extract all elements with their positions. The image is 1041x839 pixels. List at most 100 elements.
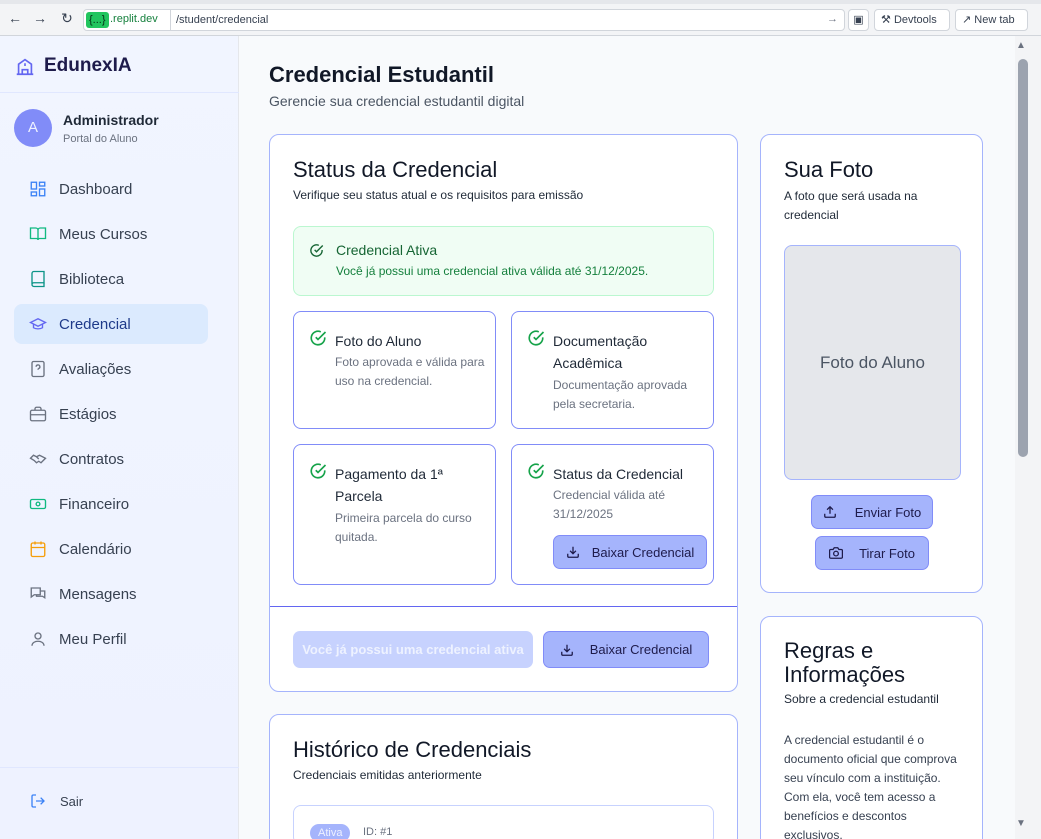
download-icon: [560, 644, 573, 656]
devtools-button[interactable]: ⚒ Devtools: [874, 9, 950, 31]
scroll-up-icon[interactable]: ▲: [1016, 40, 1026, 51]
sidebar-item-mensagens[interactable]: Mensagens: [14, 574, 208, 614]
requirement-payment: Pagamento da 1ª Parcela Primeira parcela…: [293, 444, 496, 585]
status-card-title: Status da Credencial: [293, 157, 498, 182]
user-name: Administrador: [63, 112, 159, 128]
graduation-cap-icon: [29, 317, 47, 330]
history-row[interactable]: Ativa ID: #1: [293, 805, 714, 839]
sidebar-item-label: Credencial: [59, 315, 131, 333]
sidebar-item-contratos[interactable]: Contratos: [14, 439, 208, 479]
download-credential-button[interactable]: Baixar Credencial: [553, 535, 707, 569]
sidebar-item-label: Meu Perfil: [59, 630, 127, 648]
main-content: Credencial Estudantil Gerencie sua crede…: [239, 36, 1015, 839]
take-photo-button[interactable]: Tirar Foto: [815, 536, 929, 570]
rules-card: Regras e Informações Sobre a credencial …: [760, 616, 983, 839]
upload-photo-button[interactable]: Enviar Foto: [811, 495, 933, 529]
divider: [0, 92, 239, 93]
url-separator: [170, 10, 171, 30]
handshake-icon: [29, 454, 47, 464]
requirement-credential-status: Status da Credencial Credencial válida a…: [511, 444, 714, 585]
divider: [0, 767, 239, 768]
requirement-documentation: Documentação Acadêmica Documentação apro…: [511, 311, 714, 429]
credential-active-disabled-button[interactable]: Você já possui uma credencial ativa: [293, 631, 533, 668]
rules-card-body: A credencial estudantil é o documento of…: [784, 733, 957, 839]
sidebar-item-calendario[interactable]: Calendário: [14, 529, 208, 569]
forward-icon[interactable]: →: [32, 10, 48, 26]
check-circle-icon: [528, 463, 545, 479]
requirement-description: Credencial válida até 31/12/2025: [553, 488, 666, 521]
browser-toolbar: ← → ↻ {...} .replit.dev /student/credenc…: [0, 0, 1041, 36]
url-badge: {...}: [86, 12, 109, 28]
new-tab-label: New tab: [974, 14, 1015, 26]
url-host: .replit.dev: [110, 13, 158, 25]
sidebar-item-meu-perfil[interactable]: Meu Perfil: [14, 619, 208, 659]
requirement-description: Foto aprovada e válida para uso na crede…: [335, 355, 485, 388]
calendar-icon: [30, 541, 46, 558]
photo-card: Sua Foto A foto que será usada na creden…: [760, 134, 983, 593]
requirement-photo: Foto do Aluno Foto aprovada e válida par…: [293, 311, 496, 429]
school-building-icon: [16, 58, 34, 76]
briefcase-icon: [29, 406, 47, 422]
requirement-title: Status da Credencial: [553, 466, 683, 482]
wrench-icon: ⚒: [881, 14, 891, 26]
history-card-subtitle: Credenciais emitidas anteriormente: [293, 768, 482, 782]
sidebar-item-label: Calendário: [59, 540, 132, 558]
avatar[interactable]: A: [14, 109, 52, 147]
sidebar-item-credencial[interactable]: Credencial: [14, 304, 208, 344]
sidebar-item-avaliacoes[interactable]: Avaliações: [14, 349, 208, 389]
requirement-title: Foto do Aluno: [335, 333, 422, 349]
upload-icon: [823, 505, 836, 518]
sidebar-item-label: Estágios: [59, 405, 117, 423]
button-label: Tirar Foto: [859, 545, 915, 561]
sidebar-item-label: Biblioteca: [59, 270, 125, 288]
sidebar-item-label: Contratos: [59, 450, 125, 468]
sidebar-item-dashboard[interactable]: Dashboard: [14, 169, 208, 209]
check-circle-icon: [528, 330, 545, 346]
alert-text: Você já possui uma credencial ativa váli…: [336, 264, 649, 278]
cash-icon: [29, 498, 47, 510]
screen-icon[interactable]: ▣: [848, 9, 869, 31]
status-card: Status da Credencial Verifique seu statu…: [269, 134, 738, 692]
requirement-description: Documentação aprovada pela secretaria.: [553, 378, 688, 411]
history-card-title: Histórico de Credenciais: [293, 737, 532, 762]
logout-button[interactable]: Sair: [30, 793, 83, 809]
brand-name: EdunexIA: [44, 55, 132, 76]
sidebar-item-biblioteca[interactable]: Biblioteca: [14, 259, 208, 299]
sidebar-item-label: Dashboard: [59, 180, 133, 198]
address-bar[interactable]: {...} .replit.dev /student/credencial →: [83, 9, 845, 31]
reload-icon[interactable]: ↻: [59, 10, 75, 26]
button-label: Baixar Credencial: [589, 642, 693, 657]
grid-icon: [30, 181, 46, 197]
go-arrow-icon[interactable]: →: [827, 13, 838, 25]
rules-card-subtitle: Sobre a credencial estudantil: [784, 692, 939, 706]
logout-icon: [31, 794, 45, 808]
alert-title: Credencial Ativa: [336, 242, 438, 258]
new-tab-button[interactable]: ↗ New tab: [955, 9, 1028, 31]
sidebar-item-label: Avaliações: [59, 360, 132, 378]
external-link-icon: ↗: [962, 14, 972, 26]
messages-icon: [30, 587, 46, 600]
photo-card-title: Sua Foto: [784, 157, 874, 182]
sidebar-item-financeiro[interactable]: Financeiro: [14, 484, 208, 524]
user-role: Portal do Aluno: [63, 133, 138, 145]
requirement-title: Pagamento da 1ª Parcela: [335, 466, 443, 504]
back-icon[interactable]: ←: [7, 10, 23, 26]
url-path: /student/credencial: [176, 14, 269, 26]
button-label: Enviar Foto: [854, 504, 922, 520]
check-circle-icon: [310, 463, 327, 479]
brand[interactable]: EdunexIA: [14, 54, 132, 78]
page-title: Credencial Estudantil: [269, 62, 494, 87]
scrollbar-thumb[interactable]: [1018, 59, 1028, 457]
tab-strip: [0, 0, 1041, 4]
scroll-down-icon[interactable]: ▼: [1016, 818, 1026, 829]
sidebar-item-estagios[interactable]: Estágios: [14, 394, 208, 434]
book-open-icon: [29, 227, 47, 241]
requirement-title: Documentação Acadêmica: [553, 333, 648, 371]
check-circle-icon: [310, 330, 327, 346]
active-credential-alert: Credencial Ativa Você já possui uma cred…: [293, 226, 714, 296]
history-card: Histórico de Credenciais Credenciais emi…: [269, 714, 738, 839]
credential-id: ID: #1: [363, 826, 393, 838]
sidebar-item-meus-cursos[interactable]: Meus Cursos: [14, 214, 208, 254]
sidebar-item-label: Meus Cursos: [59, 225, 148, 243]
download-credential-footer-button[interactable]: Baixar Credencial: [543, 631, 709, 668]
